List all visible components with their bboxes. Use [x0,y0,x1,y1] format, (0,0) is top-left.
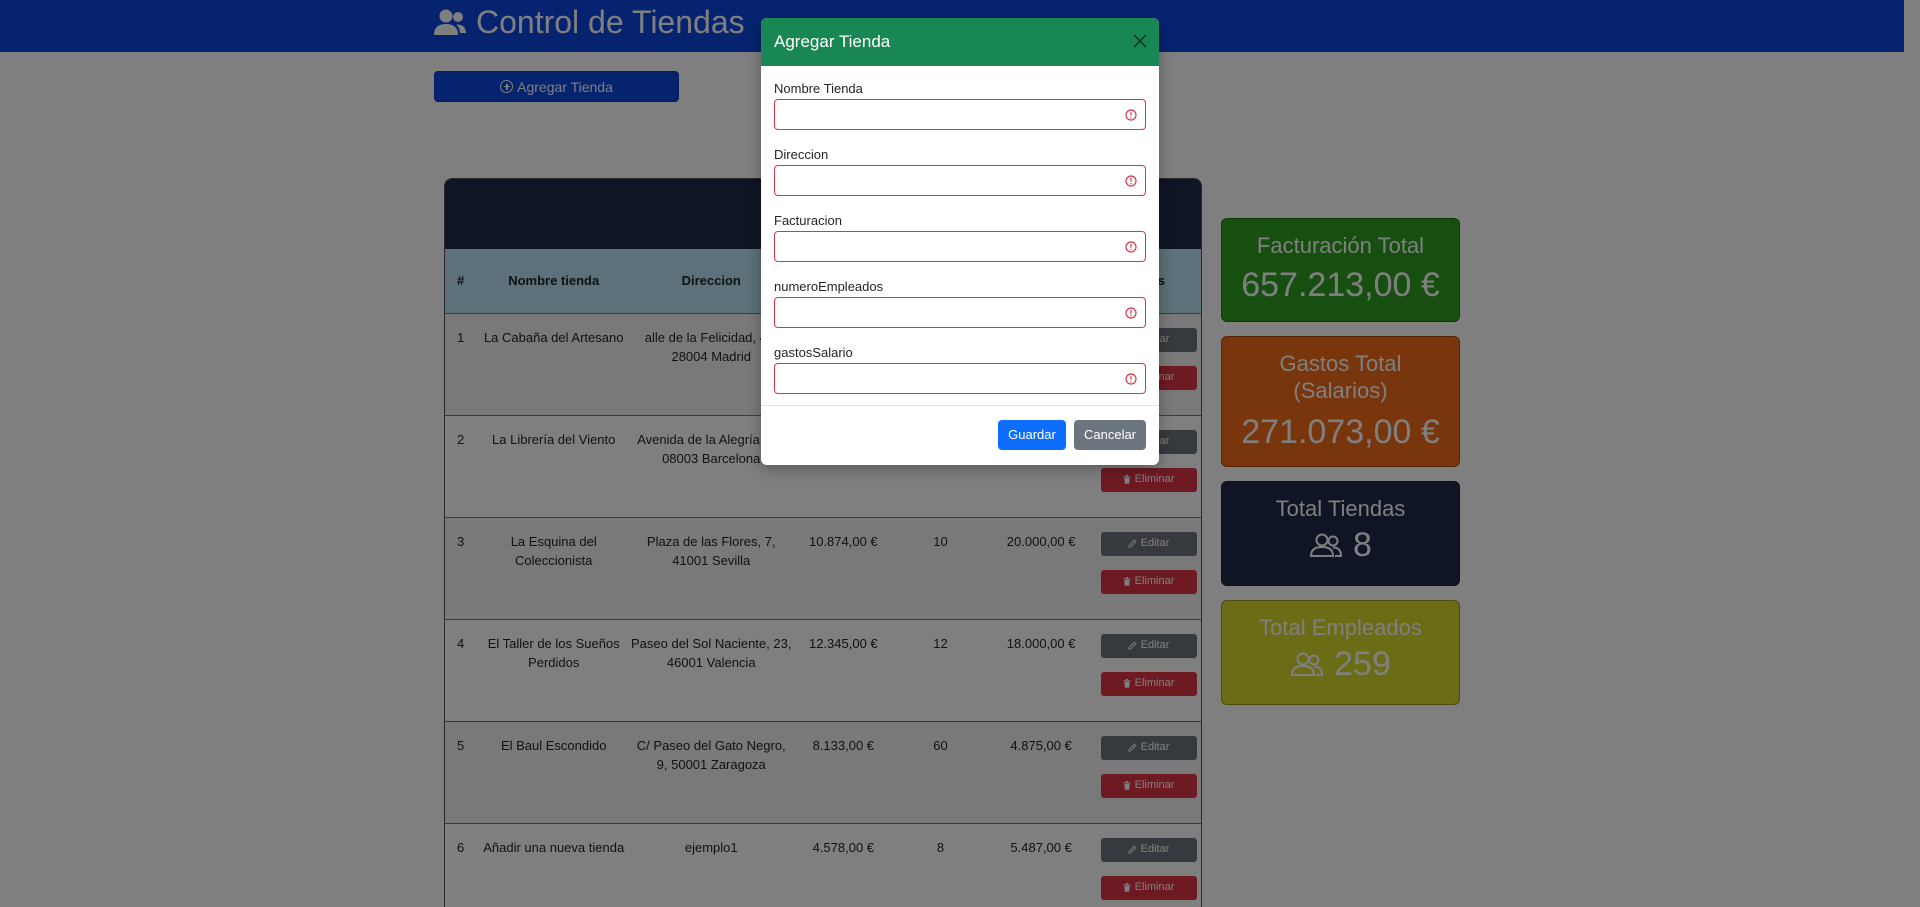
direccion-input[interactable] [775,166,1145,195]
save-button[interactable]: Guardar [998,419,1066,450]
field-label: gastosSalario [774,345,853,360]
input-wrapper [774,231,1146,262]
field-direccion: Direccion [774,147,1146,196]
alert-circle-icon [1125,241,1137,253]
alert-circle-icon [1125,109,1137,121]
input-wrapper [774,99,1146,130]
facturacion-input[interactable] [775,232,1145,261]
modal-footer: Guardar Cancelar [761,406,1159,463]
field-numero-empleados: numeroEmpleados [774,279,1146,328]
input-wrapper [774,165,1146,196]
gastos-salario-input[interactable] [775,364,1145,393]
modal-header: Agregar Tienda [761,18,1159,66]
field-facturacion: Facturacion [774,213,1146,262]
close-icon[interactable] [1132,33,1148,49]
field-label: Nombre Tienda [774,81,863,96]
field-label: Direccion [774,147,829,162]
field-label: numeroEmpleados [774,279,884,294]
modal-body: Nombre Tienda Direccion Facturacion nume… [761,66,1159,406]
add-store-modal: Agregar Tienda Nombre Tienda Direccion F… [761,18,1159,465]
field-gastos-salario: gastosSalario [774,345,1146,394]
input-wrapper [774,363,1146,394]
modal-title: Agregar Tienda [774,32,891,51]
alert-circle-icon [1125,175,1137,187]
cancel-button[interactable]: Cancelar [1074,419,1146,450]
nombre-tienda-input[interactable] [775,100,1145,129]
field-nombre-tienda: Nombre Tienda [774,81,1146,130]
input-wrapper [774,297,1146,328]
alert-circle-icon [1125,307,1137,319]
alert-circle-icon [1125,373,1137,385]
numero-empleados-input[interactable] [775,298,1145,327]
field-label: Facturacion [774,213,842,228]
